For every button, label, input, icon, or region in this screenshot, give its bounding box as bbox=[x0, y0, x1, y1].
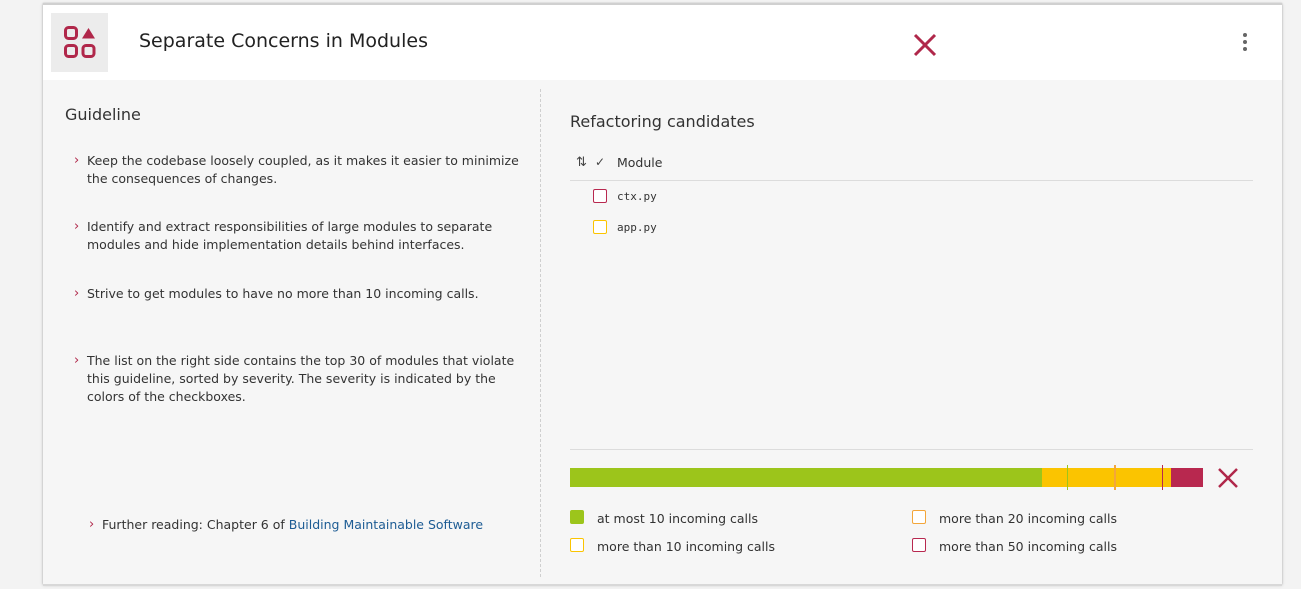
chevron-right-icon: › bbox=[74, 286, 80, 301]
chevron-right-icon: › bbox=[74, 153, 80, 168]
legend-checkbox[interactable] bbox=[570, 538, 584, 552]
further-reading-prefix: Further reading: Chapter 6 of bbox=[102, 517, 289, 532]
table-header: ⇅ ✓ Module bbox=[570, 150, 1253, 181]
page-title: Separate Concerns in Modules bbox=[139, 30, 428, 52]
severity-segment-yellow bbox=[1042, 468, 1172, 487]
severity-segment-green bbox=[570, 468, 1043, 487]
severity-checkbox[interactable] bbox=[593, 220, 607, 234]
candidates-title: Refactoring candidates bbox=[570, 112, 755, 131]
guideline-item: › Keep the codebase loosely coupled, as … bbox=[74, 152, 527, 188]
panel-divider bbox=[540, 89, 541, 577]
chevron-right-icon: › bbox=[74, 353, 80, 368]
legend-label: more than 20 incoming calls bbox=[939, 511, 1117, 526]
legend-checkbox[interactable] bbox=[570, 510, 584, 524]
guideline-item-text: The list on the right side contains the … bbox=[87, 353, 515, 404]
close-icon[interactable] bbox=[911, 31, 939, 59]
threshold-marker-red bbox=[1161, 465, 1164, 490]
threshold-marker-orange bbox=[1114, 465, 1116, 490]
guideline-item: › Strive to get modules to have no more … bbox=[74, 285, 527, 303]
module-name: ctx.py bbox=[617, 190, 657, 203]
chevron-right-icon: › bbox=[74, 219, 80, 234]
module-name: app.py bbox=[617, 221, 657, 234]
legend-label: at most 10 incoming calls bbox=[597, 511, 759, 526]
more-vertical-icon[interactable] bbox=[1239, 33, 1251, 57]
guideline-item-text: Strive to get modules to have no more th… bbox=[87, 286, 479, 301]
guideline-item: › Identify and extract responsibilities … bbox=[74, 218, 527, 254]
guideline-item-text: Keep the codebase loosely coupled, as it… bbox=[87, 153, 519, 186]
modules-icon bbox=[51, 13, 108, 72]
legend-label: more than 50 incoming calls bbox=[939, 539, 1117, 554]
card-bottom-edge bbox=[43, 584, 1282, 586]
severity-segment-red bbox=[1171, 468, 1203, 487]
refactoring-candidates-panel: Refactoring candidates ⇅ ✓ Module ctx.py… bbox=[570, 80, 1253, 584]
clear-filter-icon[interactable] bbox=[1216, 466, 1240, 490]
guideline-item: › The list on the right side contains th… bbox=[74, 352, 527, 406]
guideline-title: Guideline bbox=[65, 105, 141, 124]
sort-icon[interactable]: ⇅ bbox=[576, 155, 587, 170]
divider bbox=[570, 449, 1253, 450]
guideline-item-text: Identify and extract responsibilities of… bbox=[87, 219, 493, 252]
threshold-marker-green bbox=[1066, 465, 1069, 490]
severity-bar bbox=[570, 468, 1203, 487]
legend-label: more than 10 incoming calls bbox=[597, 539, 775, 554]
legend-checkbox[interactable] bbox=[912, 538, 926, 552]
further-reading: › Further reading: Chapter 6 of Building… bbox=[89, 516, 483, 534]
check-icon[interactable]: ✓ bbox=[595, 155, 605, 169]
further-reading-link[interactable]: Building Maintainable Software bbox=[289, 517, 483, 532]
guideline-panel: Guideline › Keep the codebase loosely co… bbox=[43, 80, 540, 584]
legend-checkbox[interactable] bbox=[912, 510, 926, 524]
card-header: Separate Concerns in Modules bbox=[43, 3, 1282, 80]
guideline-card: Separate Concerns in Modules Guideline ›… bbox=[43, 3, 1282, 584]
column-header-module[interactable]: Module bbox=[617, 155, 662, 170]
severity-checkbox[interactable] bbox=[593, 189, 607, 203]
chevron-right-icon: › bbox=[89, 517, 95, 532]
